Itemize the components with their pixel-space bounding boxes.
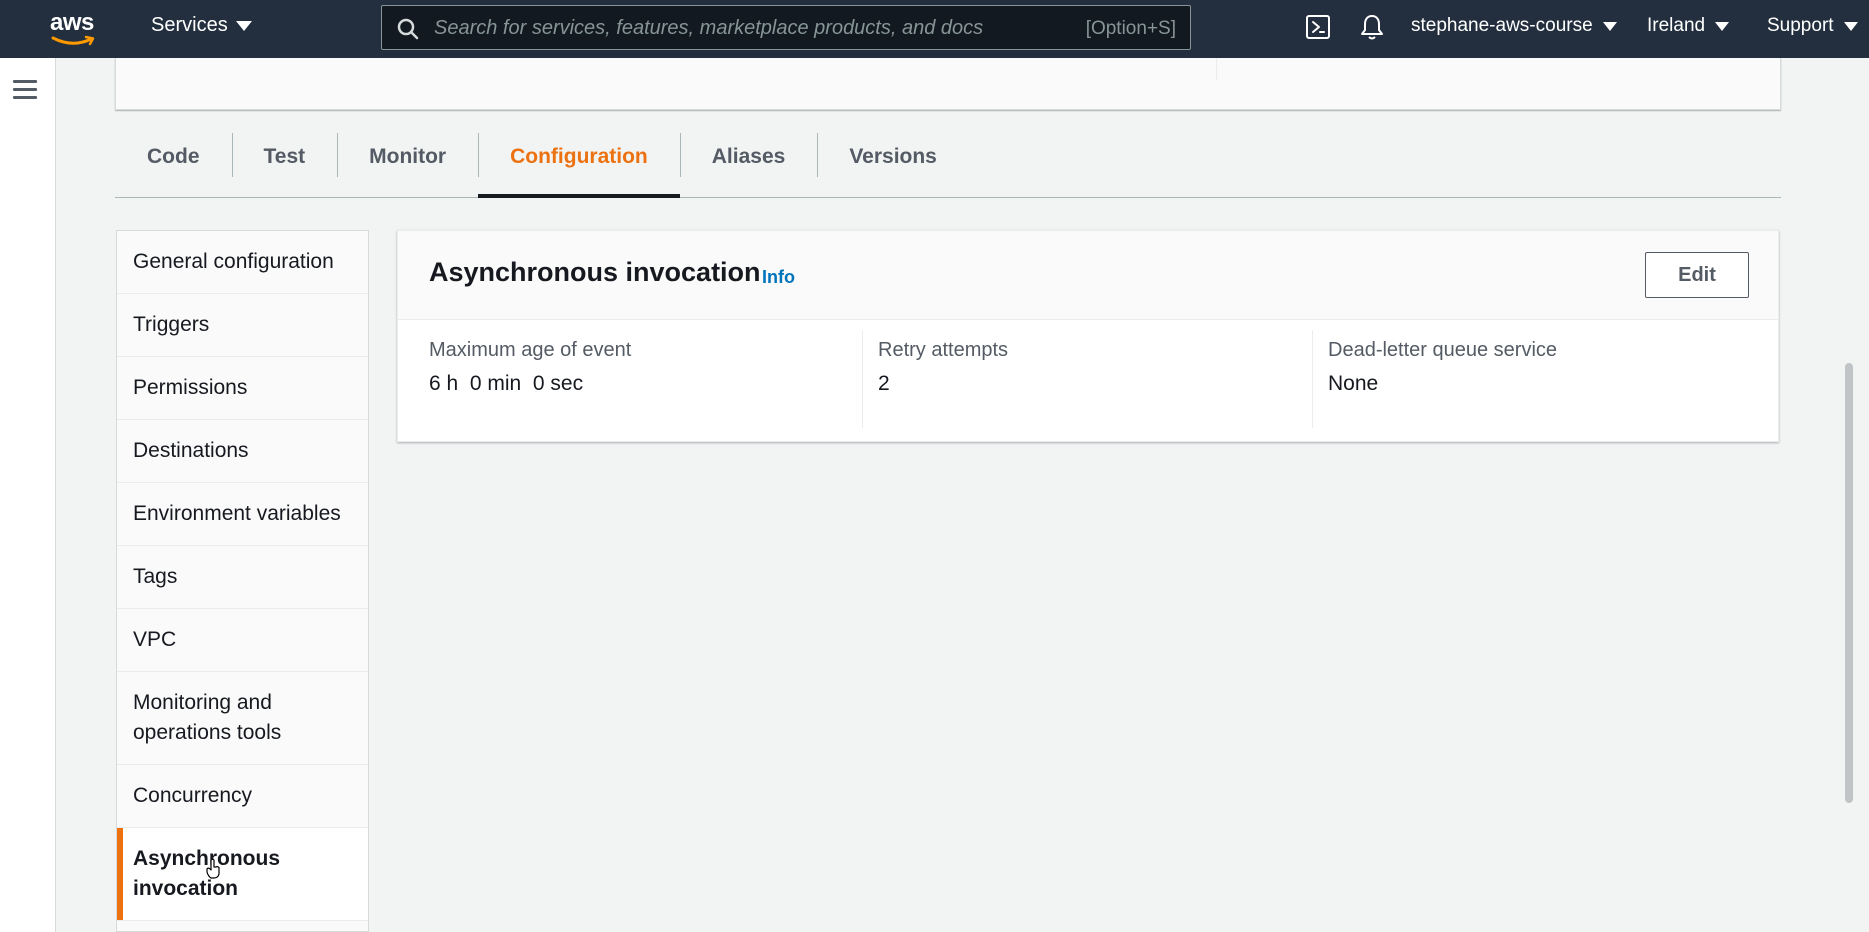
side-item-label: Concurrency: [133, 784, 253, 807]
field-value: None: [1328, 372, 1379, 395]
cloudshell-icon[interactable]: [1305, 13, 1331, 41]
tab-label: Code: [147, 144, 200, 168]
tab-configuration[interactable]: Configuration: [478, 116, 680, 198]
configuration-side-menu: General configuration Triggers Permissio…: [116, 230, 369, 932]
tab-test[interactable]: Test: [231, 116, 338, 197]
field-label: Maximum age of event: [429, 339, 632, 361]
info-link[interactable]: Info: [762, 267, 795, 288]
asynchronous-invocation-card: Asynchronous invocation Info Edit Maximu…: [397, 230, 1779, 442]
tab-versions[interactable]: Versions: [817, 116, 969, 197]
tab-label: Aliases: [711, 144, 786, 168]
field-value: 2: [878, 372, 890, 395]
side-item-destinations[interactable]: Destinations: [117, 420, 368, 483]
side-item-asynchronous-invocation[interactable]: Asynchronous invocation: [117, 828, 368, 921]
side-item-vpc[interactable]: VPC: [117, 609, 368, 672]
side-item-label: Triggers: [133, 313, 210, 336]
tab-monitor[interactable]: Monitor: [337, 116, 478, 197]
tab-label: Configuration: [510, 144, 648, 168]
side-item-label: Tags: [133, 565, 178, 588]
side-item-label: Environment variables: [133, 502, 341, 525]
region-menu[interactable]: Ireland: [1647, 15, 1730, 37]
services-menu[interactable]: Services: [151, 14, 252, 37]
side-item-label: Monitoring and operations tools: [133, 691, 282, 744]
page-scrollbar[interactable]: [1838, 58, 1869, 932]
side-item-triggers[interactable]: Triggers: [117, 294, 368, 357]
side-item-label: Destinations: [133, 439, 249, 462]
tab-code[interactable]: Code: [115, 116, 232, 197]
account-menu[interactable]: stephane-aws-course: [1411, 15, 1617, 37]
function-tabs: Code Test Monitor Configuration Aliases …: [115, 116, 1781, 198]
side-item-concurrency[interactable]: Concurrency: [117, 765, 368, 828]
search-bar[interactable]: [Option+S]: [381, 5, 1191, 50]
left-navigation-rail: [0, 58, 56, 932]
caret-down-icon: [235, 20, 252, 31]
caret-down-icon: [1843, 21, 1858, 31]
tab-aliases[interactable]: Aliases: [679, 116, 818, 197]
panel-divider: [1216, 58, 1217, 80]
field-value: 6 h 0 min 0 sec: [429, 372, 584, 395]
edit-button[interactable]: Edit: [1645, 252, 1749, 298]
region-name: Ireland: [1647, 15, 1706, 36]
caret-down-icon: [1715, 21, 1730, 31]
search-icon: [397, 18, 419, 40]
tab-label: Monitor: [369, 144, 447, 168]
aws-logo-text: aws: [50, 9, 94, 36]
hand-pointer-cursor-icon: [206, 858, 220, 879]
function-overview-panel: [115, 58, 1781, 110]
card-title: Asynchronous invocation: [429, 257, 761, 287]
side-item-label: Permissions: [133, 376, 248, 399]
field-label: Retry attempts: [878, 339, 1009, 361]
side-item-tags[interactable]: Tags: [117, 546, 368, 609]
account-name: stephane-aws-course: [1411, 15, 1593, 36]
search-shortcut-hint: [Option+S]: [1085, 18, 1176, 39]
side-item-label: VPC: [133, 628, 177, 651]
support-menu[interactable]: Support: [1767, 15, 1858, 37]
top-navigation-bar: aws Services [Option+S] stephane-aws-cou…: [0, 0, 1869, 58]
dead-letter-queue-service-field: Dead-letter queue service None: [1312, 330, 1752, 428]
aws-smile-icon: [51, 35, 95, 46]
tab-label: Test: [263, 144, 306, 168]
side-item-general-configuration[interactable]: General configuration: [117, 231, 368, 294]
side-item-environment-variables[interactable]: Environment variables: [117, 483, 368, 546]
caret-down-icon: [1602, 21, 1617, 31]
side-item-monitoring-and-operations-tools[interactable]: Monitoring and operations tools: [117, 672, 368, 765]
card-header: Asynchronous invocation Info Edit: [398, 231, 1778, 320]
tab-label: Versions: [849, 144, 937, 168]
support-label: Support: [1767, 15, 1834, 36]
aws-logo[interactable]: aws: [50, 9, 100, 46]
maximum-age-of-event-field: Maximum age of event 6 h 0 min 0 sec: [429, 330, 849, 428]
search-input[interactable]: [434, 12, 1034, 44]
services-label: Services: [151, 14, 228, 36]
hamburger-menu-icon[interactable]: [13, 80, 37, 100]
field-label: Dead-letter queue service: [1328, 339, 1558, 361]
side-item-permissions[interactable]: Permissions: [117, 357, 368, 420]
side-item-label: General configuration: [133, 250, 334, 273]
bell-icon[interactable]: [1359, 13, 1385, 41]
scrollbar-thumb[interactable]: [1845, 363, 1853, 803]
retry-attempts-field: Retry attempts 2: [862, 330, 1282, 428]
